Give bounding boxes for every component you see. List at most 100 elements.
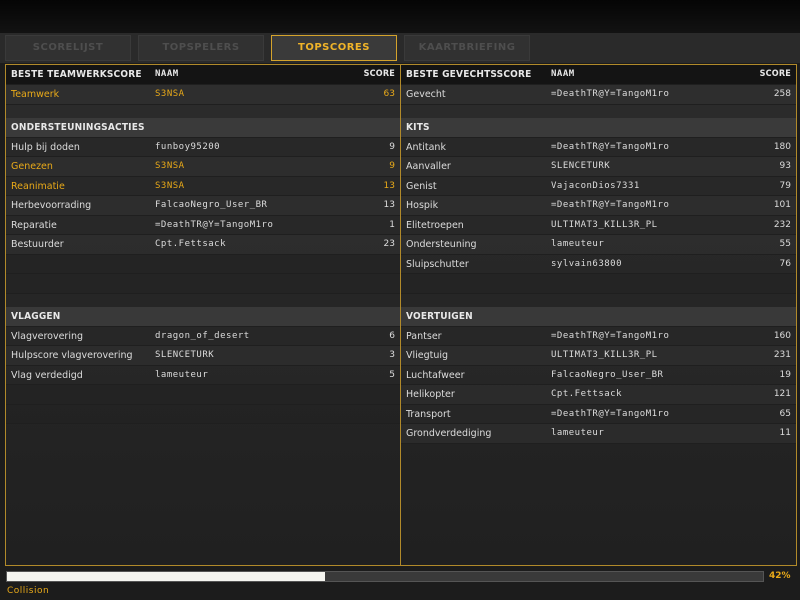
player-name: S3NSA xyxy=(155,89,185,99)
player-name: S3NSA xyxy=(155,161,185,171)
award-score: 13 xyxy=(383,180,395,191)
tab-kaartbriefing[interactable]: KAARTBRIEFING xyxy=(404,35,530,61)
award-label: Reanimatie xyxy=(11,180,65,192)
empty-row xyxy=(6,385,400,405)
award-score: 5 xyxy=(389,369,395,380)
award-score: 3 xyxy=(389,350,395,360)
empty-row xyxy=(6,404,400,424)
player-name: =DeathTR@Y=TangoM1ro xyxy=(551,89,670,99)
award-label: Transport xyxy=(406,408,451,420)
award-score: 6 xyxy=(389,330,395,341)
player-name: lameuteur xyxy=(155,369,209,380)
section-header: ONDERSTEUNINGSACTIES xyxy=(6,117,400,138)
player-name: SLENCETURK xyxy=(551,161,611,171)
award-score: 65 xyxy=(779,408,791,419)
player-name: =DeathTR@Y=TangoM1ro xyxy=(551,330,670,341)
player-name: =DeathTR@Y=TangoM1ro xyxy=(551,408,670,419)
top-bar xyxy=(0,0,800,33)
award-score: 160 xyxy=(773,330,791,341)
award-score: 232 xyxy=(773,219,791,230)
loading-progress-bar xyxy=(6,571,764,582)
award-score: 79 xyxy=(779,180,791,191)
score-row: Genezen S3NSA 9 xyxy=(6,157,400,177)
loading-progress-fill xyxy=(7,572,325,581)
score-row: Genist VajaconDios7331 79 xyxy=(401,176,796,196)
score-row: Aanvaller SLENCETURK 93 xyxy=(401,157,796,177)
award-score: 19 xyxy=(779,369,791,380)
player-name: Cpt.Fettsack xyxy=(551,389,623,399)
award-label: Luchtafweer xyxy=(406,369,465,381)
player-name: lameuteur xyxy=(551,428,605,438)
award-score: 121 xyxy=(773,389,791,399)
section-title: ONDERSTEUNINGSACTIES xyxy=(11,121,145,133)
award-score: 23 xyxy=(383,239,395,249)
award-score: 101 xyxy=(773,200,791,210)
award-score: 180 xyxy=(773,141,791,152)
award-score: 11 xyxy=(779,428,791,438)
award-label: Sluipschutter xyxy=(406,258,469,270)
topscores-panel: BESTE TEAMWERKSCORE NAAM SCORE Teamwerk S3NS… xyxy=(5,64,797,566)
award-label: Vlagverovering xyxy=(11,330,84,342)
player-name: ULTIMAT3_KILL3R_PL xyxy=(551,350,658,360)
award-score: 1 xyxy=(389,219,395,230)
player-name: =DeathTR@Y=TangoM1ro xyxy=(155,219,274,230)
combat-column: BESTE GEVECHTSSCORE NAAM SCORE Gevecht =Deat… xyxy=(401,65,796,444)
header-name: NAAM xyxy=(155,69,179,79)
header-score: SCORE xyxy=(363,69,395,79)
score-row: Vliegtuig ULTIMAT3_KILL3R_PL 231 xyxy=(401,346,796,366)
player-name: ULTIMAT3_KILL3R_PL xyxy=(551,219,658,230)
player-name: =DeathTR@Y=TangoM1ro xyxy=(551,141,670,152)
player-name: sylvain63800 xyxy=(551,258,623,269)
score-row: Gevecht =DeathTR@Y=TangoM1ro 258 xyxy=(401,85,796,105)
score-row: Hospik =DeathTR@Y=TangoM1ro 101 xyxy=(401,196,796,216)
score-row: Antitank =DeathTR@Y=TangoM1ro 180 xyxy=(401,137,796,157)
header-category: BESTE GEVECHTSSCORE xyxy=(406,69,532,80)
award-score: 9 xyxy=(389,161,395,171)
empty-row xyxy=(401,274,796,294)
tab-topspelers[interactable]: TOPSPELERS xyxy=(138,35,264,61)
section-header: VOERTUIGEN xyxy=(401,306,796,327)
award-label: Herbevoorrading xyxy=(11,200,92,211)
player-name: SLENCETURK xyxy=(155,350,215,360)
award-label: Hospik xyxy=(406,200,439,211)
award-label: Genist xyxy=(406,180,437,192)
score-row: Herbevoorrading FalcaoNegro_User_BR 13 xyxy=(6,196,400,216)
player-name: S3NSA xyxy=(155,180,185,191)
player-name: VajaconDios7331 xyxy=(551,180,640,191)
score-row: Elitetroepen ULTIMAT3_KILL3R_PL 232 xyxy=(401,215,796,235)
score-row: Sluipschutter sylvain63800 76 xyxy=(401,254,796,274)
score-row: Hulp bij doden funboy95200 9 xyxy=(6,137,400,157)
header-category: BESTE TEAMWERKSCORE xyxy=(11,69,142,80)
award-label: Aanvaller xyxy=(406,161,451,172)
score-row: Vlagverovering dragon_of_desert 6 xyxy=(6,326,400,346)
tab-scorelijst[interactable]: SCORELIJST xyxy=(5,35,131,61)
score-row: Teamwerk S3NSA 63 xyxy=(6,85,400,105)
player-name: =DeathTR@Y=TangoM1ro xyxy=(551,200,670,210)
award-label: Reparatie xyxy=(11,219,57,231)
player-name: funboy95200 xyxy=(155,141,221,152)
table-header: BESTE GEVECHTSSCORE NAAM SCORE xyxy=(401,65,796,85)
tab-topscores[interactable]: TOPSCORES xyxy=(271,35,397,61)
award-label: Elitetroepen xyxy=(406,219,464,231)
score-row: Helikopter Cpt.Fettsack 121 xyxy=(401,385,796,405)
header-name: NAAM xyxy=(551,69,575,79)
section-title: VLAGGEN xyxy=(11,310,61,322)
section-title: VOERTUIGEN xyxy=(406,310,473,322)
award-score: 63 xyxy=(383,89,395,99)
score-row: Luchtafweer FalcaoNegro_User_BR 19 xyxy=(401,365,796,385)
empty-row xyxy=(6,254,400,274)
score-row: Ondersteuning lameuteur 55 xyxy=(401,235,796,255)
section-title: KITS xyxy=(406,121,430,133)
player-name: FalcaoNegro_User_BR xyxy=(155,200,268,210)
player-name: FalcaoNegro_User_BR xyxy=(551,369,664,380)
header-score: SCORE xyxy=(759,69,791,79)
player-name: dragon_of_desert xyxy=(155,330,250,341)
award-label: Ondersteuning xyxy=(406,239,477,250)
tab-bar: SCORELIJST TOPSPELERS TOPSCORES KAARTBRI… xyxy=(0,33,800,63)
score-row: Transport =DeathTR@Y=TangoM1ro 65 xyxy=(401,404,796,424)
award-label: Helikopter xyxy=(406,389,455,400)
award-label: Vliegtuig xyxy=(406,350,449,361)
score-row: Hulpscore vlagverovering SLENCETURK 3 xyxy=(6,346,400,366)
teamwork-column: BESTE TEAMWERKSCORE NAAM SCORE Teamwerk S3NS… xyxy=(6,65,400,424)
player-name: lameuteur xyxy=(551,239,605,249)
